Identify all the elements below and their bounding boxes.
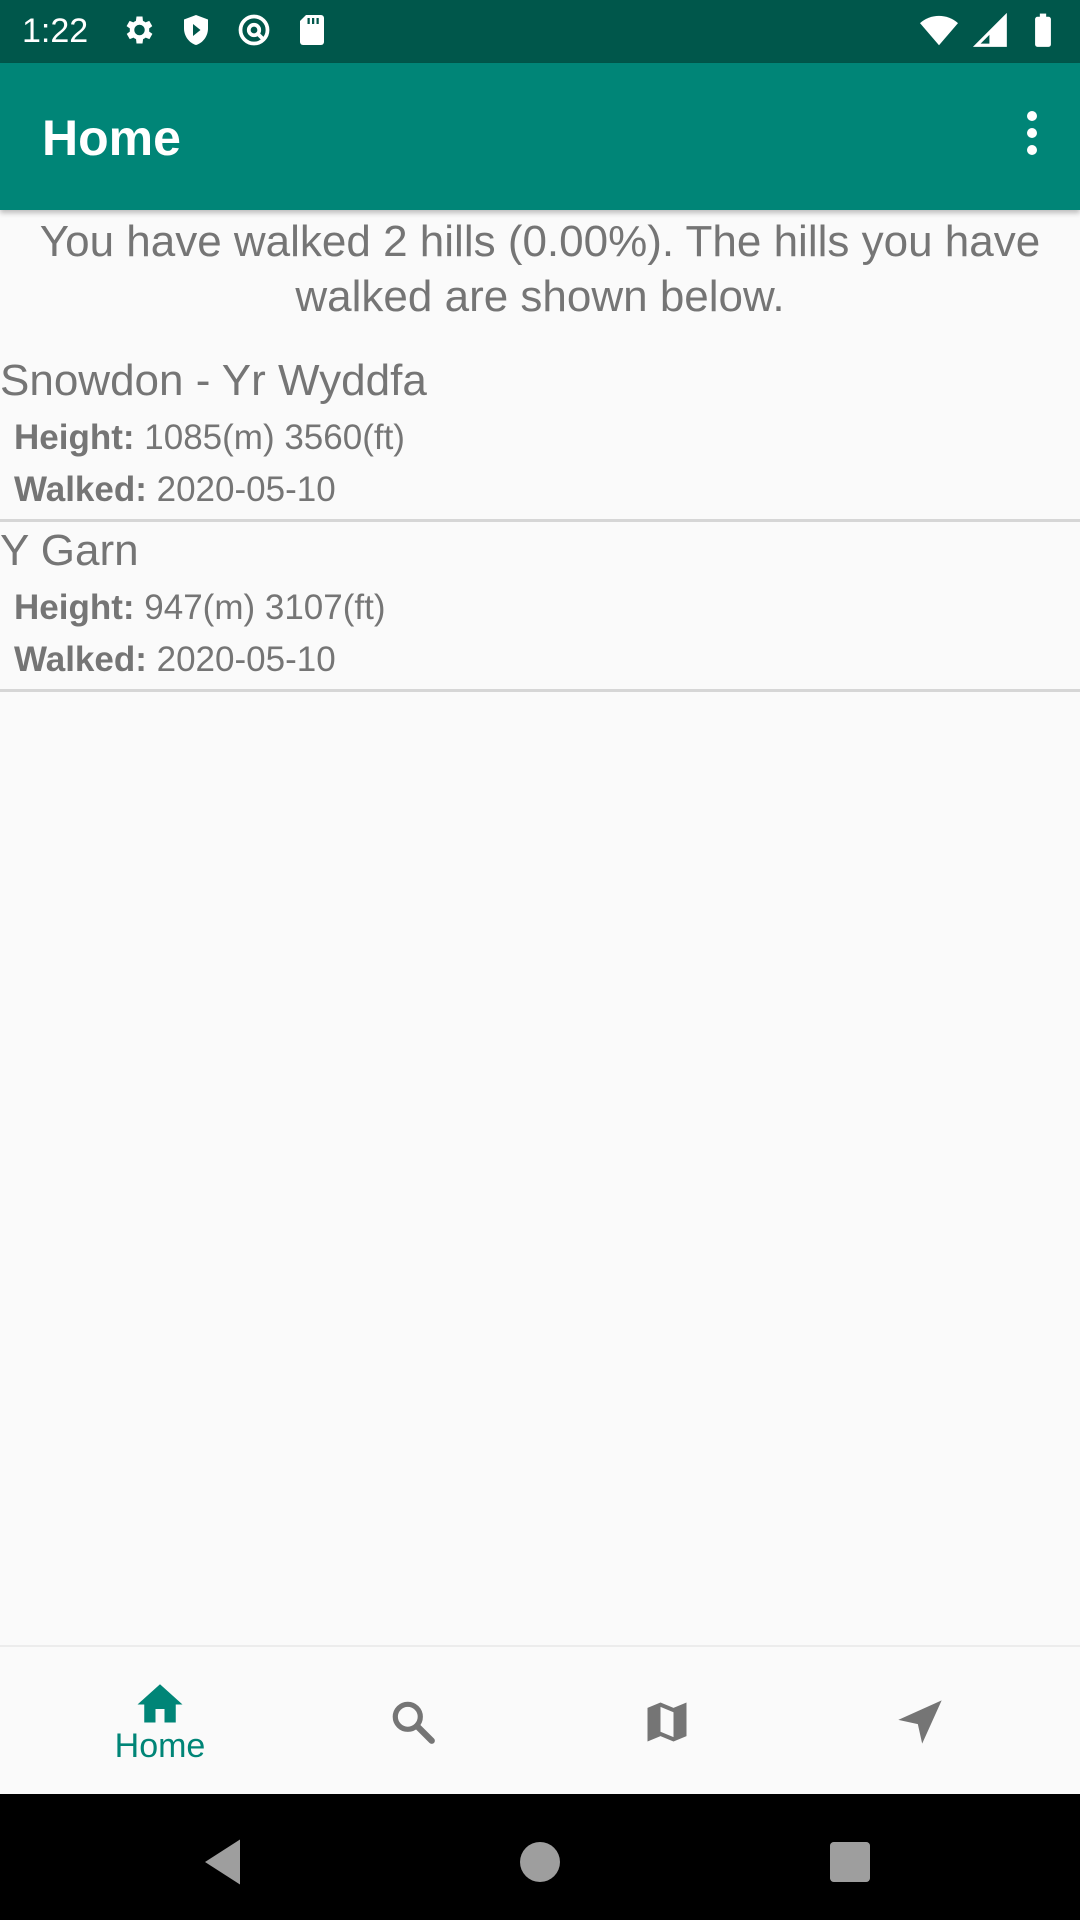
nav-item-search[interactable] <box>278 1647 548 1796</box>
search-icon <box>392 1701 435 1744</box>
map-icon <box>647 1702 687 1741</box>
nav-item-map[interactable] <box>532 1647 802 1796</box>
hill-walked: Walked: 2020-05-10 <box>14 470 336 510</box>
list-item[interactable]: Y Garn Height: 947(m) 3107(ft) Walked: 2… <box>0 522 1080 692</box>
nav-item-navigation[interactable] <box>785 1647 1055 1796</box>
status-bar: 1:22 <box>0 0 1080 63</box>
recents-button[interactable] <box>820 1832 880 1892</box>
walked-value: 2020-05-10 <box>156 470 336 509</box>
status-notification-icons <box>120 12 330 48</box>
hill-list: Snowdon - Yr Wyddfa Height: 1085(m) 3560… <box>0 352 1080 692</box>
hill-name: Y Garn <box>0 526 139 575</box>
walked-label: Walked: <box>14 640 147 679</box>
home-button[interactable] <box>510 1832 570 1892</box>
status-time: 1:22 <box>22 12 89 50</box>
gear-icon <box>120 12 156 48</box>
hill-height: Height: 947(m) 3107(ft) <box>14 588 386 628</box>
hill-walked: Walked: 2020-05-10 <box>14 640 336 680</box>
back-button[interactable] <box>195 1832 255 1892</box>
list-item[interactable]: Snowdon - Yr Wyddfa Height: 1085(m) 3560… <box>0 352 1080 522</box>
shield-icon <box>178 12 214 48</box>
wifi-icon <box>920 12 958 50</box>
navigation-icon <box>898 1699 942 1744</box>
home-circle-icon <box>520 1842 560 1882</box>
height-value: 947(m) 3107(ft) <box>144 588 386 627</box>
recents-icon <box>830 1842 870 1882</box>
walked-label: Walked: <box>14 470 147 509</box>
app-bar: Home <box>0 63 1080 210</box>
walked-value: 2020-05-10 <box>156 640 336 679</box>
signal-icon <box>972 12 1010 50</box>
page-title: Home <box>42 110 181 166</box>
walked-summary: You have walked 2 hills (0.00%). The hil… <box>39 217 1041 321</box>
height-value: 1085(m) 3560(ft) <box>144 418 405 457</box>
bottom-navigation: Home <box>0 1645 1080 1796</box>
height-label: Height: <box>14 588 135 627</box>
hill-name: Snowdon - Yr Wyddfa <box>0 356 427 405</box>
at-sign-icon <box>236 12 272 48</box>
more-options-button[interactable] <box>1000 101 1064 165</box>
back-icon <box>205 1839 240 1885</box>
height-label: Height: <box>14 418 135 457</box>
more-vert-icon <box>1027 111 1037 155</box>
hill-height: Height: 1085(m) 3560(ft) <box>14 418 405 458</box>
status-system-icons <box>920 12 1062 50</box>
battery-icon <box>1024 12 1062 50</box>
sd-card-icon <box>294 12 330 48</box>
system-navigation-bar <box>0 1794 1080 1920</box>
nav-item-home[interactable]: Home <box>25 1647 295 1796</box>
nav-label-home: Home <box>114 1727 206 1765</box>
home-icon <box>137 1684 183 1723</box>
